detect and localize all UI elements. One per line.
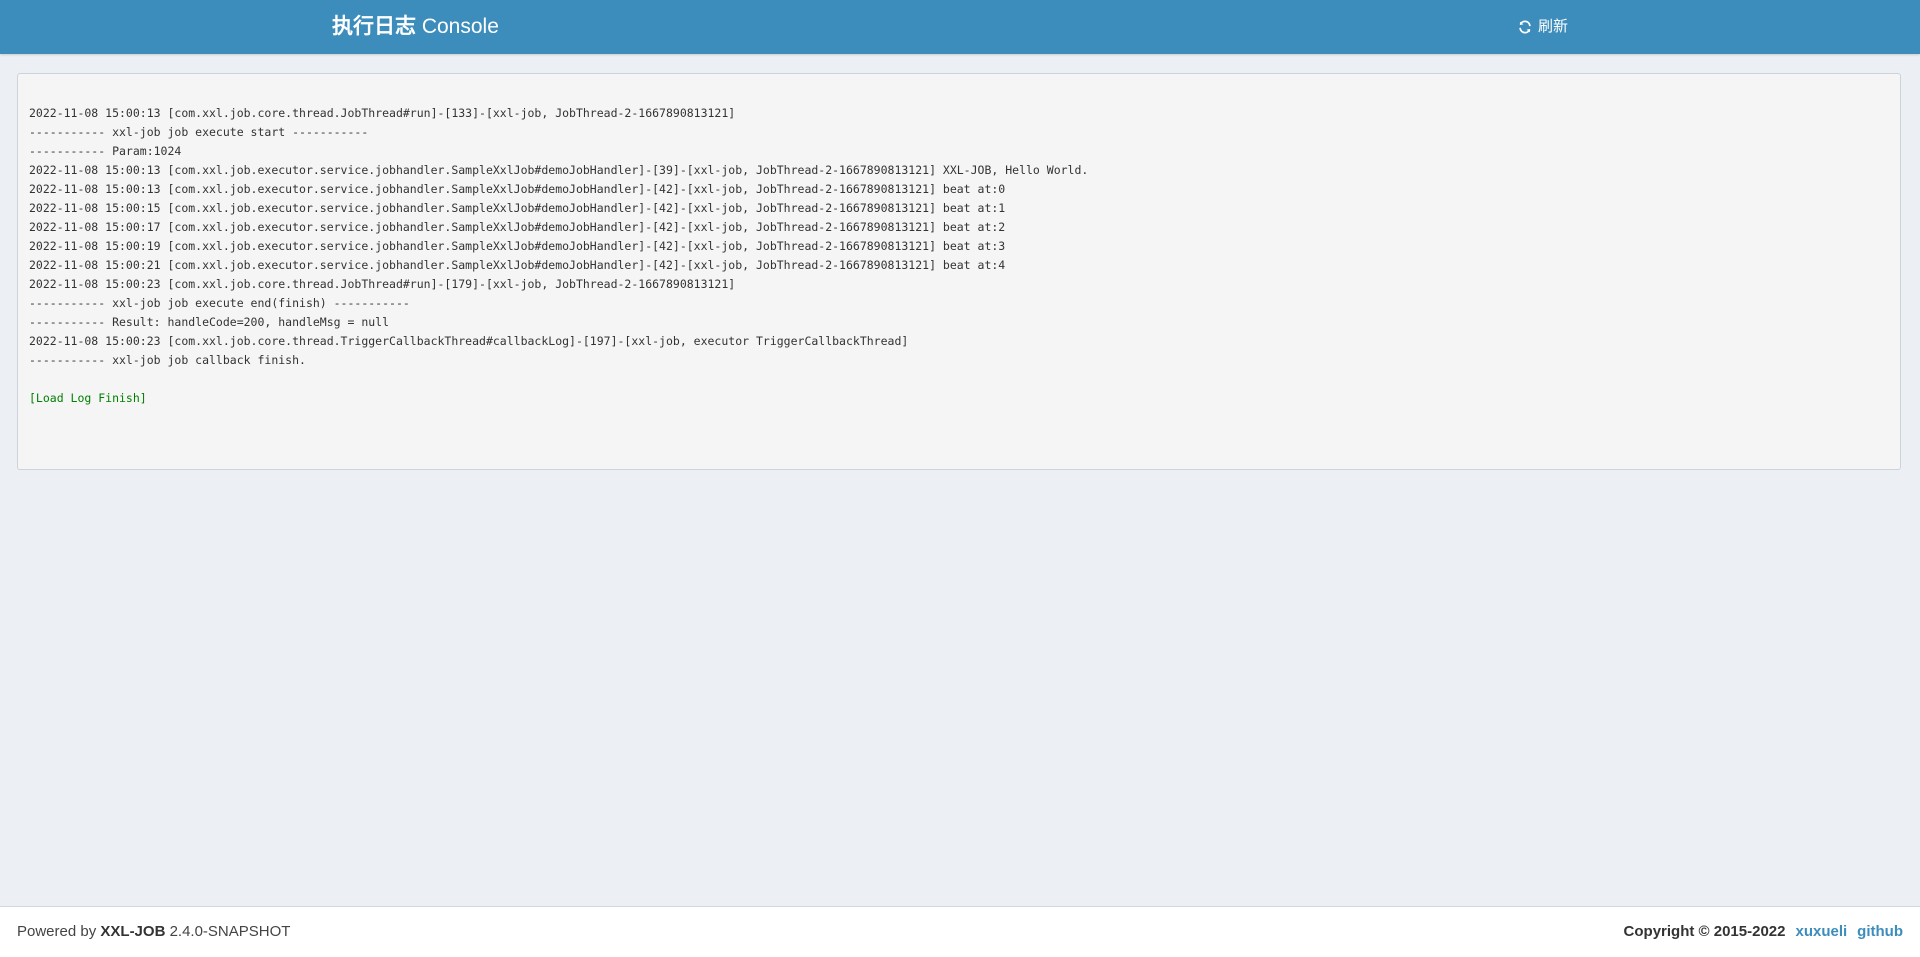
footer-product: XXL-JOB: [100, 923, 166, 940]
footer-copyright-text: Copyright © 2015-2022: [1623, 923, 1786, 940]
log-line: ----------- xxl-job job execute start --…: [29, 125, 369, 139]
footer-powered-prefix: Powered by: [17, 923, 101, 940]
log-line: 2022-11-08 15:00:13 [com.xxl.job.executo…: [29, 163, 1089, 177]
page-footer: Powered by XXL-JOB 2.4.0-SNAPSHOT Copyri…: [0, 906, 1920, 957]
log-line: 2022-11-08 15:00:13 [com.xxl.job.executo…: [29, 182, 1006, 196]
page-title: 执行日志 Console: [332, 0, 499, 54]
log-line: ----------- Param:1024: [29, 144, 182, 158]
author-link[interactable]: xuxueli: [1795, 923, 1847, 940]
log-line: 2022-11-08 15:00:19 [com.xxl.job.executo…: [29, 239, 1006, 253]
page-title-rest: Console: [416, 15, 499, 38]
log-line: ----------- xxl-job job callback finish.: [29, 353, 306, 367]
log-lines: 2022-11-08 15:00:13 [com.xxl.job.core.th…: [29, 104, 1889, 370]
footer-copyright: Copyright © 2015-2022 xuxueli github: [1624, 907, 1903, 957]
load-log-finish: [Load Log Finish]: [29, 391, 147, 405]
refresh-icon: [1518, 20, 1532, 34]
github-link[interactable]: github: [1857, 923, 1903, 940]
log-console[interactable]: 2022-11-08 15:00:13 [com.xxl.job.core.th…: [17, 73, 1901, 470]
page-title-bold: 执行日志: [332, 15, 416, 38]
refresh-button[interactable]: 刷新: [1518, 0, 1568, 54]
footer-version: 2.4.0-SNAPSHOT: [165, 923, 291, 940]
console-header: 执行日志 Console 刷新: [0, 0, 1920, 54]
refresh-label: 刷新: [1538, 18, 1569, 35]
log-line: 2022-11-08 15:00:23 [com.xxl.job.core.th…: [29, 277, 736, 291]
footer-powered-by: Powered by XXL-JOB 2.4.0-SNAPSHOT: [17, 907, 290, 957]
log-line: ----------- Result: handleCode=200, hand…: [29, 315, 390, 329]
log-line: 2022-11-08 15:00:15 [com.xxl.job.executo…: [29, 201, 1006, 215]
log-line: 2022-11-08 15:00:17 [com.xxl.job.executo…: [29, 220, 1006, 234]
log-line: 2022-11-08 15:00:23 [com.xxl.job.core.th…: [29, 334, 909, 348]
log-line: ----------- xxl-job job execute end(fini…: [29, 296, 410, 310]
log-line: 2022-11-08 15:00:21 [com.xxl.job.executo…: [29, 258, 1006, 272]
log-line: 2022-11-08 15:00:13 [com.xxl.job.core.th…: [29, 106, 736, 120]
